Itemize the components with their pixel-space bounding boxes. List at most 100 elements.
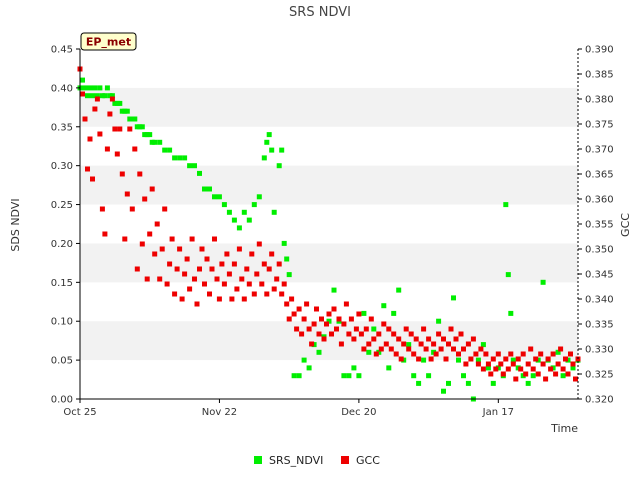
data-point [423,346,429,352]
data-point [316,349,322,355]
data-point [503,356,509,362]
data-point [388,346,394,352]
data-point [346,373,352,379]
data-point [117,126,123,132]
data-point [199,246,205,252]
data-point [119,171,125,177]
data-point [162,206,168,212]
data-point [538,351,544,357]
data-point [179,296,185,302]
y2-tick-label: 0.335 [585,320,614,331]
data-point [294,326,300,332]
data-point [421,357,427,363]
data-point [331,287,337,293]
data-point [341,321,347,327]
data-point [246,281,252,287]
data-point [134,266,140,272]
data-point [299,331,305,337]
y2-tick-label: 0.370 [585,145,614,156]
data-point [92,106,98,112]
data-point [291,311,297,317]
data-point [451,346,456,352]
data-point [456,351,461,357]
data-point [224,251,230,257]
data-point [348,316,354,322]
grid-band [80,87,578,127]
data-point [259,281,265,287]
data-point [236,246,242,252]
data-point [565,371,571,377]
data-point [396,336,402,342]
data-point [266,266,272,272]
data-point [124,108,130,114]
y2-tick-label: 0.360 [585,195,614,206]
data-point [336,316,342,322]
data-point [515,356,521,362]
data-point [157,276,163,282]
data-point [132,116,138,122]
data-point [87,85,93,91]
data-point [216,194,222,200]
data-point [523,371,529,377]
data-point [264,291,270,297]
data-point [279,291,285,297]
data-point [351,365,357,371]
y-tick-label: 0.05 [51,356,73,367]
data-point [418,341,424,347]
data-point [341,373,347,379]
data-point [461,373,466,379]
data-point [124,191,130,197]
data-point [80,77,85,83]
data-point [346,331,352,337]
data-point [97,85,103,91]
data-point [94,96,100,102]
data-point [381,303,387,309]
data-point [426,373,432,379]
data-point [381,321,387,327]
data-point [80,91,85,97]
data-point [216,296,222,302]
data-point [107,111,113,117]
data-point [271,209,277,215]
data-point [309,341,315,347]
data-point [366,349,372,355]
data-point [495,351,501,357]
data-point [356,373,362,379]
data-point [221,202,227,208]
data-point [204,256,210,262]
data-point [85,93,90,99]
data-point [219,261,225,267]
data-point [99,206,105,212]
data-point [570,361,576,367]
y-axis-label: SDS NDVI [9,198,22,251]
data-point [553,371,559,377]
data-point [319,316,324,322]
data-point [144,276,150,282]
x-tick-label: Oct 25 [63,407,96,418]
data-point [533,356,539,362]
data-point [256,241,262,247]
data-point [177,246,183,252]
data-point [488,371,494,377]
data-point [212,194,217,200]
data-point [543,376,549,382]
data-point [284,256,290,262]
data-point [182,155,188,161]
data-point [458,331,464,337]
data-point [373,351,379,357]
data-point [461,346,466,352]
grid-band [80,165,578,205]
data-point [426,336,432,342]
data-point [441,336,446,342]
data-point [550,351,556,357]
data-point [274,276,280,282]
data-point [174,266,180,272]
data-point [338,341,344,347]
data-point [363,326,369,332]
data-point [505,272,511,278]
data-point [301,316,307,322]
data-point [187,163,193,169]
data-point [289,296,295,302]
data-point [366,341,372,347]
data-point [147,231,153,237]
